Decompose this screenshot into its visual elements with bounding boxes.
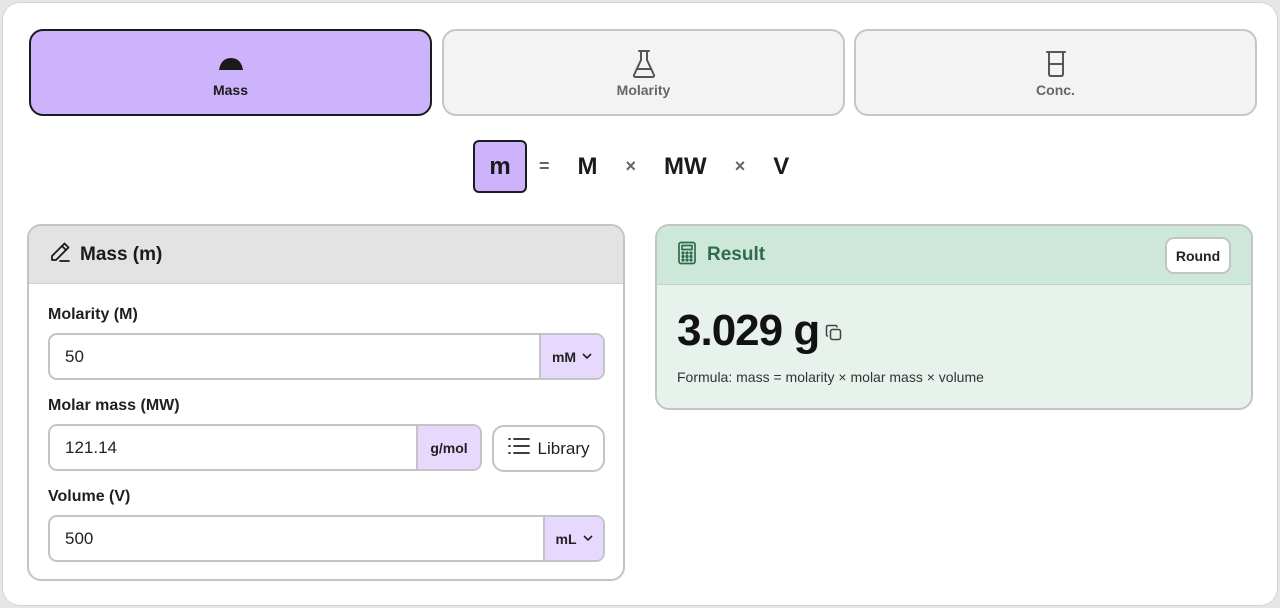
molar-mass-input[interactable]: 121.14 xyxy=(50,426,416,469)
result-title: Result xyxy=(707,244,766,265)
result-formula: Formula: mass = molarity × molar mass × … xyxy=(677,369,984,385)
library-button[interactable]: Library xyxy=(492,425,605,472)
formula-times: × xyxy=(625,156,637,176)
formula-var-molarity: M xyxy=(577,152,598,180)
result-card-header: Result Round xyxy=(657,226,1251,285)
result-value-row: 3.029 g xyxy=(677,306,843,356)
volume-field: 500 mL xyxy=(48,515,605,562)
input-card: Mass (m) Molarity (M) 50 mM Molar mass (… xyxy=(27,224,625,581)
formula-equals: = xyxy=(539,156,550,176)
tab-mass[interactable]: Mass xyxy=(29,29,432,116)
flask-icon xyxy=(631,49,657,79)
chevron-down-icon xyxy=(582,533,593,545)
volume-unit-select[interactable]: mL xyxy=(543,517,603,560)
molarity-label: Molarity (M) xyxy=(48,306,138,323)
tab-conc-label: Conc. xyxy=(1036,82,1075,98)
chevron-down-icon xyxy=(582,351,592,363)
tab-conc[interactable]: Conc. xyxy=(854,29,1257,116)
round-button[interactable]: Round xyxy=(1165,237,1231,274)
copy-icon[interactable] xyxy=(825,324,843,347)
formula-solve-variable: m xyxy=(473,140,527,193)
molar-mass-unit: g/mol xyxy=(416,426,480,469)
volume-label: Volume (V) xyxy=(48,488,131,505)
formula-var-volume: V xyxy=(773,152,790,180)
calculator-icon xyxy=(677,241,697,270)
molarity-unit-select[interactable]: mM xyxy=(539,335,603,378)
molarity-field: 50 mM xyxy=(48,333,605,380)
mass-icon xyxy=(217,49,245,79)
molar-mass-field: 121.14 g/mol xyxy=(48,424,482,471)
tab-molarity[interactable]: Molarity xyxy=(442,29,845,116)
formula-var-molar-mass: MW xyxy=(664,152,707,180)
result-value: 3.029 g xyxy=(677,306,820,355)
library-button-label: Library xyxy=(537,438,590,458)
volume-unit-label: mL xyxy=(555,530,577,547)
volume-input[interactable]: 500 xyxy=(50,517,543,560)
molar-mass-label: Molar mass (MW) xyxy=(48,397,180,414)
list-icon xyxy=(507,437,530,460)
beaker-icon xyxy=(1044,49,1068,79)
formula-display: m = M × MW × V xyxy=(473,140,789,193)
result-card: Result Round 3.029 g Formula: mass = mol… xyxy=(655,224,1253,410)
input-card-header: Mass (m) xyxy=(29,226,623,284)
tab-mass-label: Mass xyxy=(212,82,249,98)
molarity-unit-label: mM xyxy=(551,348,577,365)
tab-molarity-label: Molarity xyxy=(616,82,671,98)
pencil-icon xyxy=(48,240,72,269)
input-card-title: Mass (m) xyxy=(80,243,163,265)
formula-times: × xyxy=(734,156,746,176)
molarity-input[interactable]: 50 xyxy=(50,335,539,378)
